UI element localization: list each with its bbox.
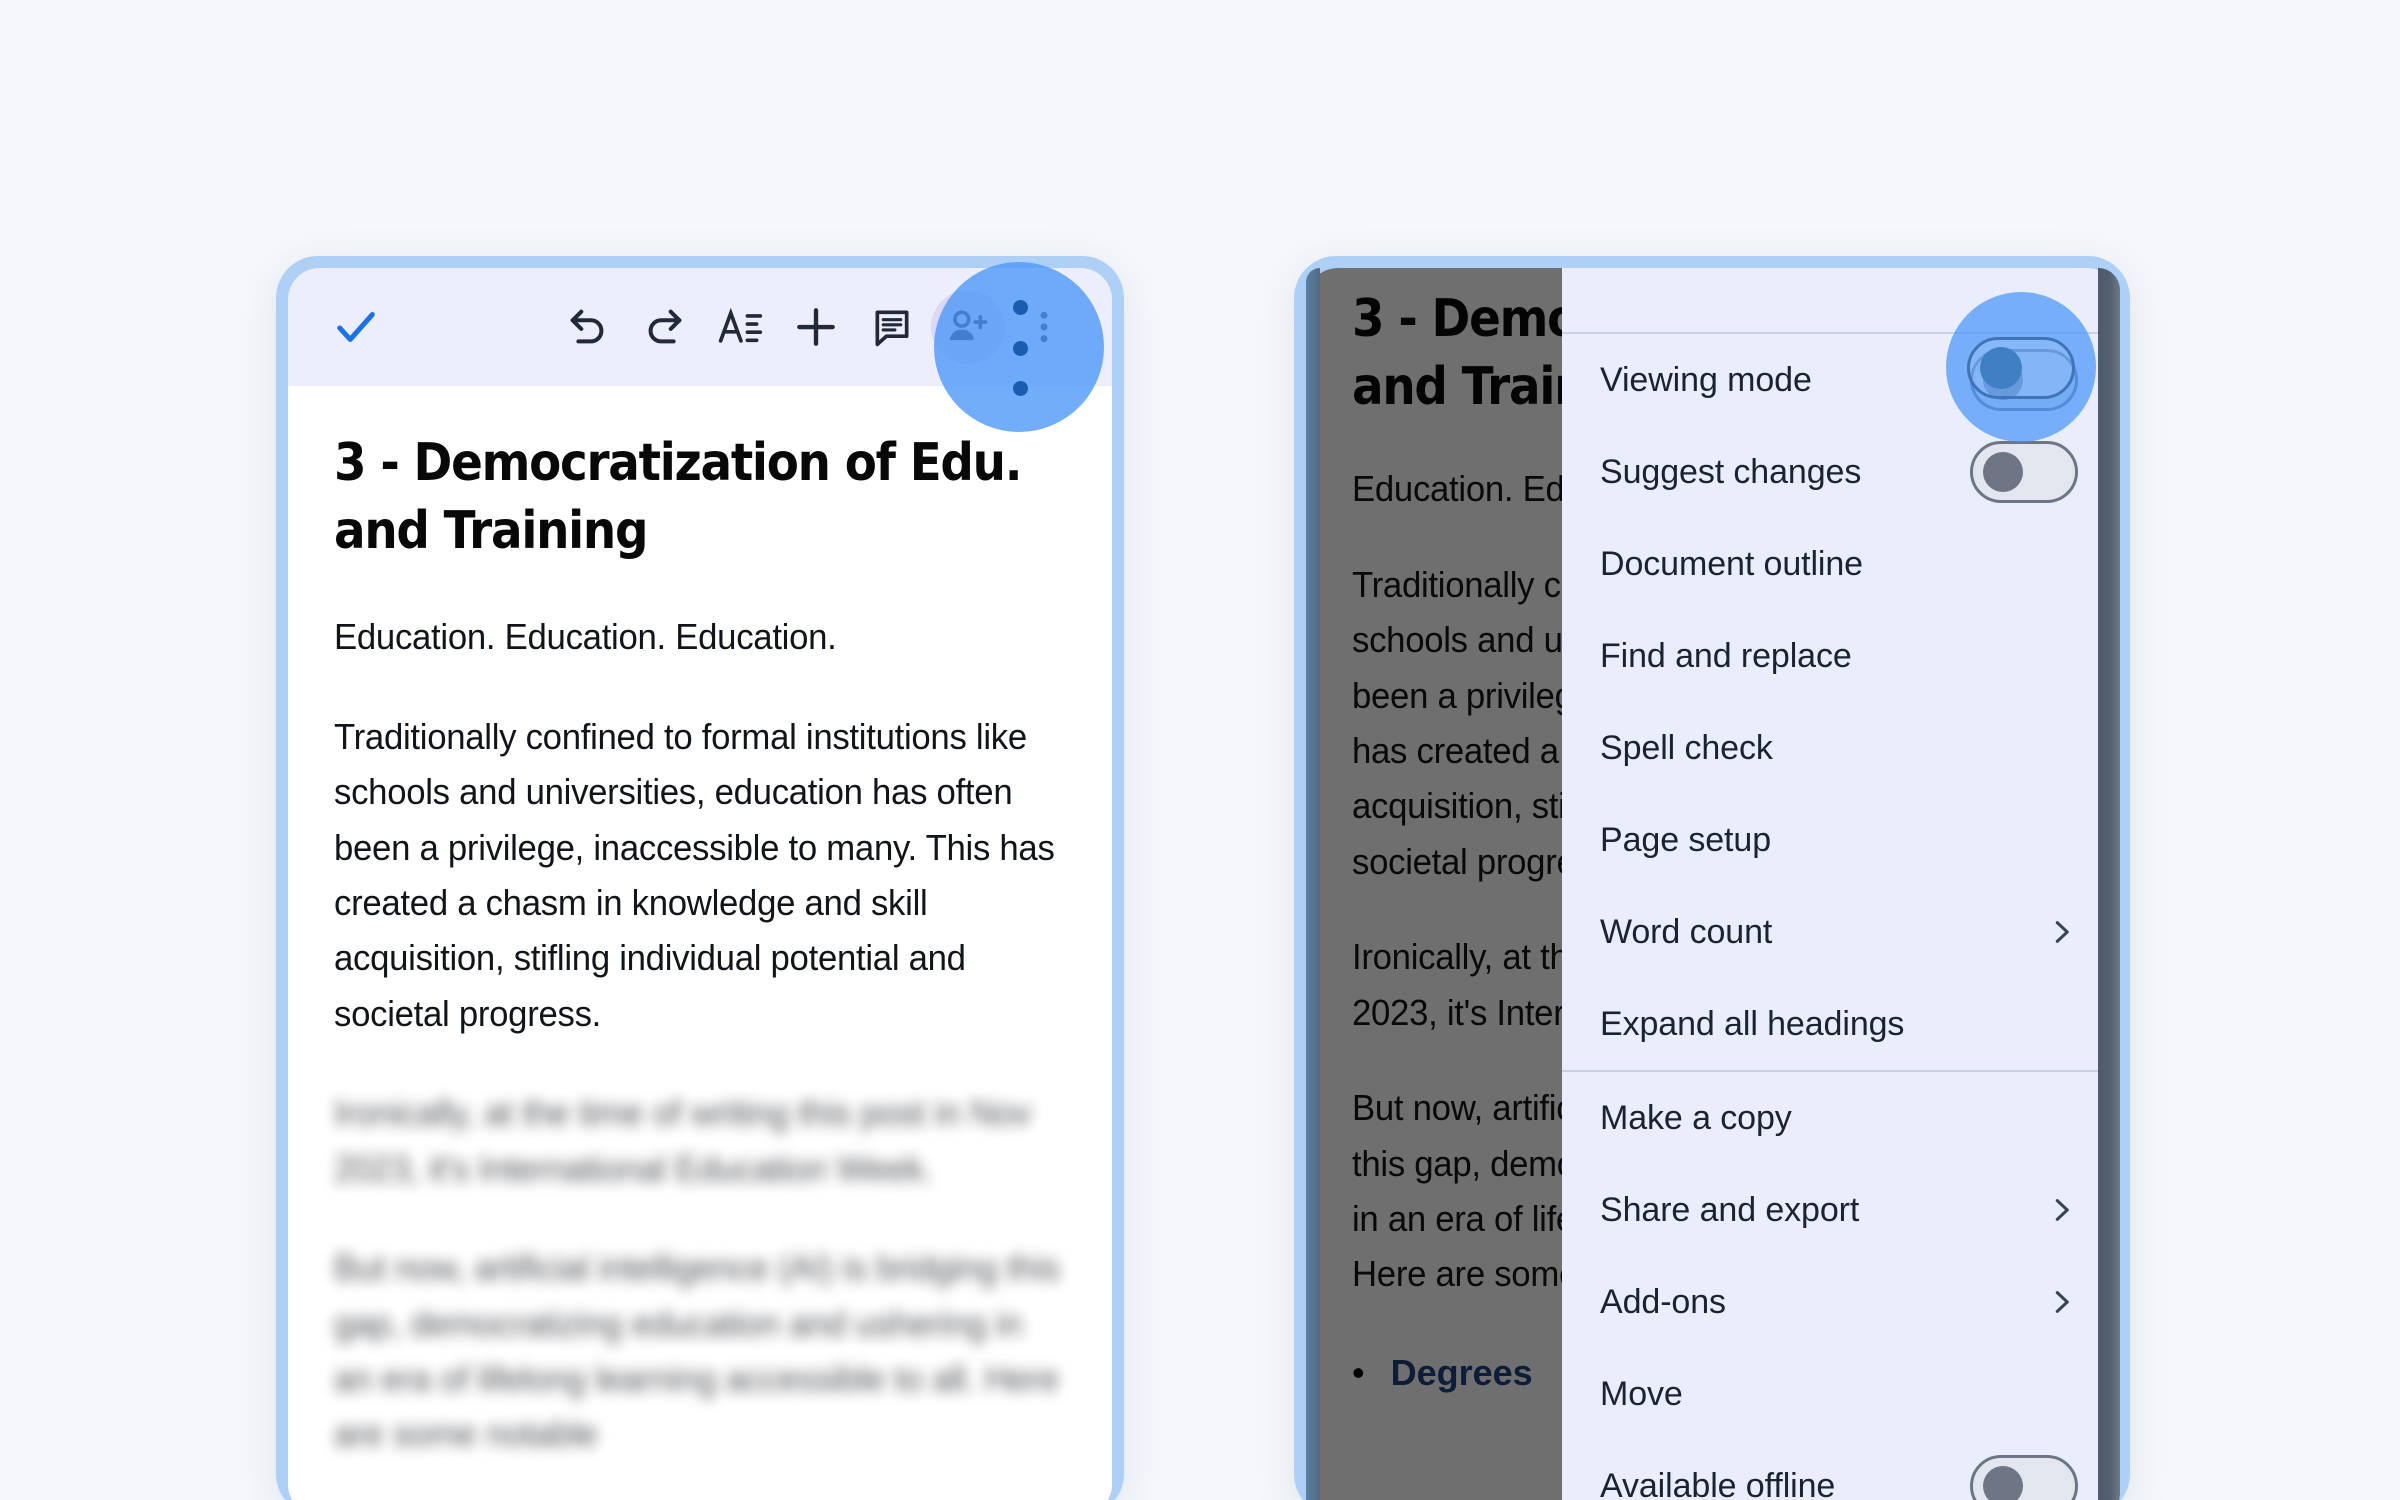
document-paragraph-4: But now, artificial intelligence (AI) is…	[334, 1247, 1060, 1455]
document-paragraph-2: Traditionally confined to formal institu…	[334, 715, 1055, 1034]
kebab-dot-top	[1012, 300, 1028, 315]
viewing-mode-toggle[interactable]	[1970, 349, 2078, 411]
menu-item-label: Viewing mode	[1600, 360, 1812, 399]
menu-item-label: Expand all headings	[1600, 1004, 1905, 1043]
right-document-dimmed: 3 - Democratization of Edu. and Training…	[1306, 268, 1562, 1500]
menu-item-move[interactable]: Move	[1562, 1348, 2118, 1440]
menu-item-spell-check[interactable]: Spell check	[1562, 702, 2118, 794]
done-check-icon[interactable]	[318, 289, 394, 365]
menu-item-share-and-export[interactable]: Share and export	[1562, 1164, 2118, 1256]
menu-item-suggest-changes[interactable]: Suggest changes	[1562, 426, 2118, 518]
right-phone-left-edge	[1306, 268, 1320, 1500]
text-format-icon[interactable]	[702, 289, 778, 365]
modal-scrim[interactable]	[1306, 268, 1562, 1500]
suggest-changes-toggle[interactable]	[1970, 441, 2078, 503]
menu-item-label: Page setup	[1600, 820, 1772, 859]
add-person-icon[interactable]	[930, 289, 1006, 365]
menu-item-label: Share and export	[1600, 1190, 1860, 1229]
editor-toolbar	[288, 268, 1112, 386]
toggle-knob	[1983, 452, 2023, 492]
left-document-body: 3 - Democratization of Edu. and Training…	[288, 386, 1112, 1500]
document-paragraph-1: Education. Education. Education.	[334, 616, 837, 658]
document-paragraph-3: Ironically, at the time of writing this …	[334, 1092, 1032, 1189]
document-title: 3 - Democratization of Edu. and Training	[334, 433, 1023, 561]
menu-item-label: Make a copy	[1600, 1098, 1792, 1137]
menu-item-page-setup[interactable]: Page setup	[1562, 794, 2118, 886]
menu-item-label: Word count	[1600, 912, 1773, 951]
menu-item-word-count[interactable]: Word count	[1562, 886, 2118, 978]
menu-item-make-a-copy[interactable]: Make a copy	[1562, 1072, 2118, 1164]
available-offline-toggle[interactable]	[1970, 1455, 2078, 1500]
menu-item-label: Document outline	[1600, 544, 1863, 583]
kebab-dot-middle	[1012, 340, 1028, 356]
menu-item-label: Spell check	[1600, 728, 1773, 767]
chevron-right-icon	[2046, 917, 2076, 947]
comment-icon[interactable]	[854, 289, 930, 365]
menu-item-viewing-mode[interactable]: Viewing mode	[1562, 334, 2118, 426]
menu-item-label: Add-ons	[1600, 1282, 1726, 1321]
more-vert-icon-highlighted[interactable]	[1000, 300, 1040, 396]
chevron-right-icon	[2046, 1195, 2076, 1225]
menu-item-add-ons[interactable]: Add-ons	[1562, 1256, 2118, 1348]
screenshot-stage: 3 - Democratization of Edu. and Training…	[0, 0, 2400, 1500]
toggle-knob	[1983, 1466, 2023, 1500]
add-icon[interactable]	[778, 289, 854, 365]
menu-item-label: Suggest changes	[1600, 452, 1862, 491]
chevron-right-icon	[2046, 1287, 2076, 1317]
menu-top-padding	[1562, 268, 2118, 332]
toggle-knob	[1983, 360, 2023, 400]
left-phone-screen: 3 - Democratization of Edu. and Training…	[288, 268, 1112, 1500]
menu-item-label: Available offline	[1600, 1466, 1836, 1500]
menu-item-find-and-replace[interactable]: Find and replace	[1562, 610, 2118, 702]
options-menu: Viewing mode Suggest changes Document ou…	[1562, 268, 2118, 1500]
menu-item-available-offline[interactable]: Available offline	[1562, 1440, 2118, 1500]
kebab-dot-bottom	[1012, 381, 1028, 396]
menu-item-expand-all-headings[interactable]: Expand all headings	[1562, 978, 2118, 1070]
right-phone-screen: 3 - Democratization of Edu. and Training…	[1306, 268, 2118, 1500]
menu-item-document-outline[interactable]: Document outline	[1562, 518, 2118, 610]
menu-item-label: Move	[1600, 1374, 1683, 1413]
right-phone-right-edge	[2098, 268, 2120, 1500]
undo-icon[interactable]	[550, 289, 626, 365]
redo-icon[interactable]	[626, 289, 702, 365]
menu-item-label: Find and replace	[1600, 636, 1852, 675]
